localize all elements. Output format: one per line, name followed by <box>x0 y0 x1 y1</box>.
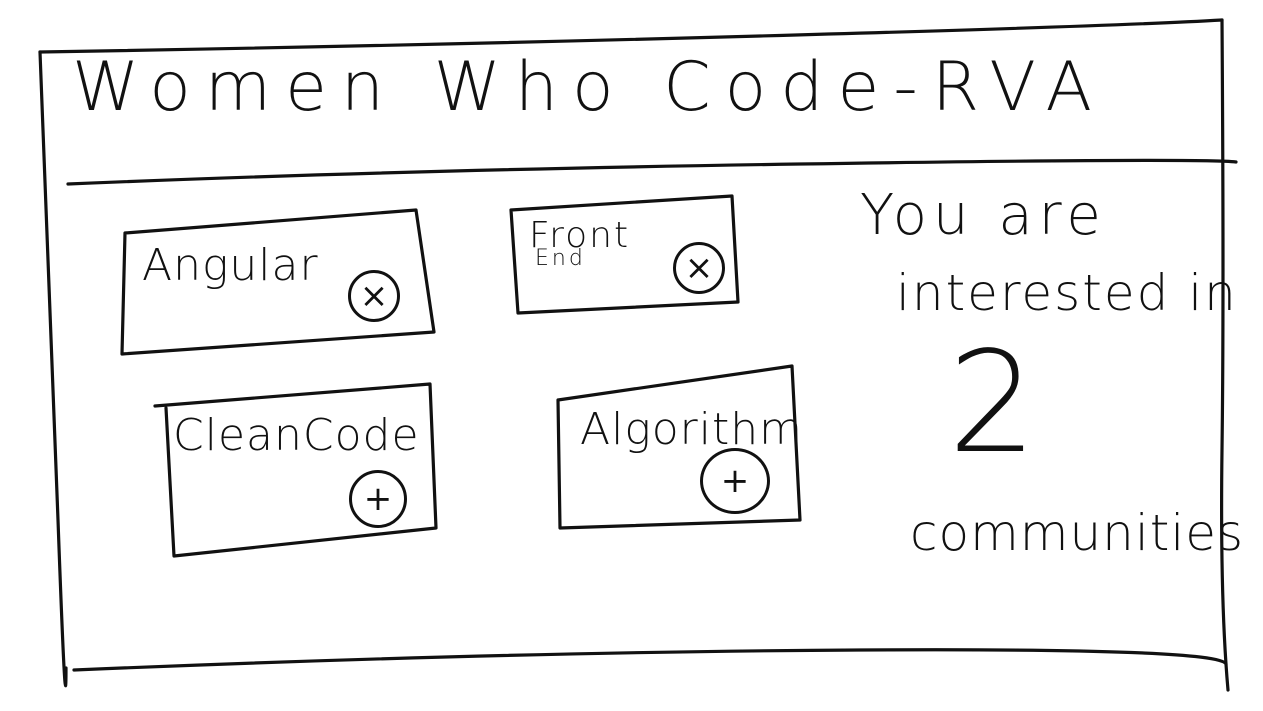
close-circle-icon[interactable]: × <box>348 270 400 322</box>
community-card-front-end[interactable]: Front End × <box>511 196 738 313</box>
window-frame-bottom <box>72 648 1228 672</box>
community-label: Front End <box>529 218 630 270</box>
header-divider <box>66 158 1238 186</box>
community-count: 2 <box>948 322 1038 485</box>
summary-line2: interested in <box>896 264 1238 322</box>
close-circle-icon[interactable]: × <box>673 242 725 294</box>
summary-line3: communities <box>910 504 1245 562</box>
window-frame-right <box>1220 18 1230 692</box>
plus-circle-icon[interactable]: + <box>700 448 770 514</box>
community-card-algorithm[interactable]: Algorithm + <box>558 366 803 528</box>
community-label: Algorithm <box>580 404 803 455</box>
community-label: Angular <box>142 240 319 291</box>
summary-line1: You are <box>860 183 1107 248</box>
plus-circle-icon[interactable]: + <box>349 470 407 528</box>
community-card-cleancode[interactable]: CleanCode + <box>155 384 436 556</box>
community-card-angular[interactable]: Angular × <box>122 210 434 354</box>
community-label: CleanCode <box>173 410 420 461</box>
window-frame-left <box>38 50 68 688</box>
page-title: Women Who Code-RVA <box>72 48 1107 127</box>
